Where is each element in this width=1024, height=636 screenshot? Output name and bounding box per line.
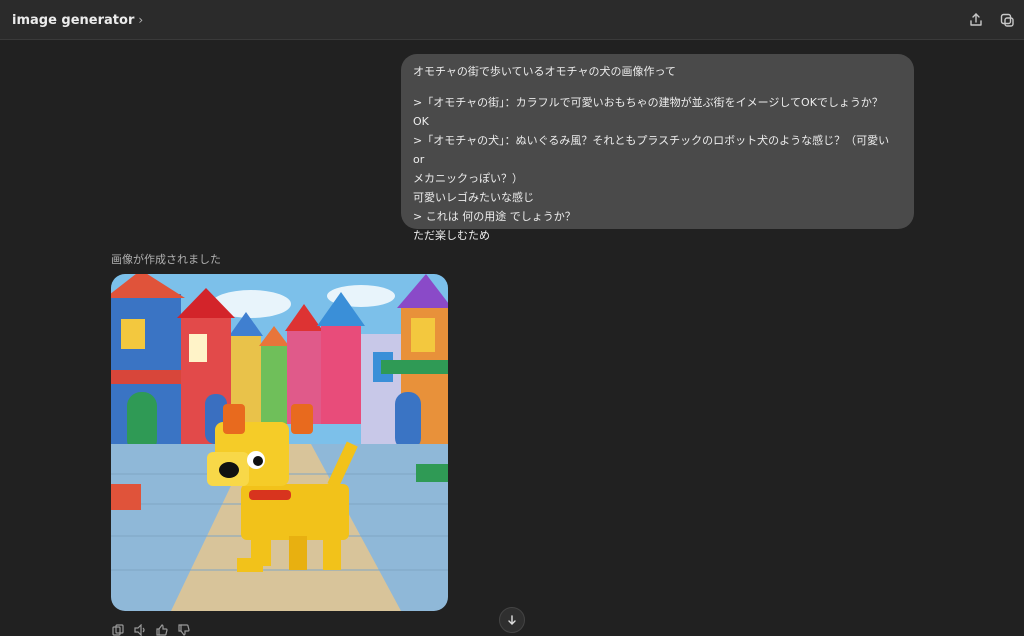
message-line: >「オモチャの犬」：ぬいぐるみ風？それともプラスチックのロボット犬のような感じ？… xyxy=(413,134,890,166)
message-line: 可愛いレゴみたいな感じ xyxy=(413,191,534,204)
top-bar: image generator › xyxy=(0,0,1024,40)
model-selector[interactable]: image generator › xyxy=(12,10,143,30)
chevron-right-icon: › xyxy=(138,13,144,27)
message-line: オモチャの街で歩いているオモチャの犬の画像作って xyxy=(413,65,676,78)
generated-image[interactable] xyxy=(111,274,448,611)
copy-icon[interactable] xyxy=(111,624,125,636)
message-line: > これは 何の用途 でしょうか？ xyxy=(413,210,576,223)
thumbs-down-icon[interactable] xyxy=(177,624,191,636)
user-message-bubble: オモチャの街で歩いているオモチャの犬の画像作って >「オモチャの街」：カラフルで… xyxy=(401,54,914,242)
message-line: メカニックっぽい？） xyxy=(413,172,523,185)
scroll-to-bottom-button[interactable] xyxy=(499,607,525,633)
message-line: OK xyxy=(413,115,429,128)
image-status-label: 画像が作成されました xyxy=(111,253,221,266)
message-line: ただ楽しむため xyxy=(413,229,490,242)
model-title: image generator xyxy=(12,12,135,28)
message-actions xyxy=(111,624,191,636)
thumbs-up-icon[interactable] xyxy=(155,624,169,636)
share-icon[interactable] xyxy=(965,9,987,31)
arrow-down-icon xyxy=(506,611,518,630)
new-chat-icon[interactable] xyxy=(996,9,1018,31)
message-line: >「オモチャの街」：カラフルで可愛いおもちゃの建物が並ぶ街をイメージしてOKでし… xyxy=(413,96,883,109)
speaker-icon[interactable] xyxy=(133,624,147,636)
